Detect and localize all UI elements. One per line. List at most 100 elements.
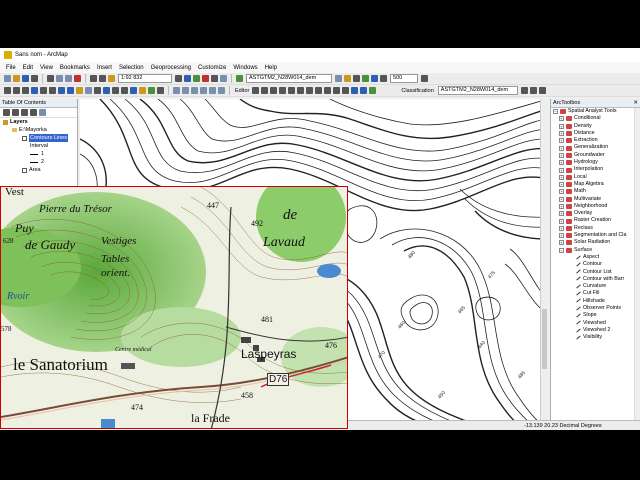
hyperlink-icon[interactable] <box>130 87 137 94</box>
html-popup-icon[interactable] <box>139 87 146 94</box>
clear-selection-icon[interactable] <box>85 87 92 94</box>
modelbuilder-icon[interactable] <box>220 75 227 82</box>
expand-icon[interactable]: + <box>559 211 564 217</box>
straight-segment-icon[interactable] <box>270 87 278 94</box>
edit-tool-icon[interactable] <box>252 87 260 94</box>
add-data-icon[interactable] <box>108 75 115 82</box>
toolset-extraction[interactable]: + Extraction <box>551 137 640 144</box>
tool-visibility[interactable]: Visibility <box>551 334 640 341</box>
expand-icon[interactable]: + <box>559 138 564 144</box>
reshape-icon[interactable] <box>315 87 323 94</box>
toolbox-icon[interactable] <box>202 75 209 82</box>
contours-checkbox[interactable] <box>22 135 27 141</box>
toolset-conditional[interactable]: + Conditional <box>551 115 640 122</box>
print-icon[interactable] <box>31 75 38 82</box>
sketch-properties-icon[interactable] <box>360 87 368 94</box>
fixed-zoom-in-icon[interactable] <box>40 87 47 94</box>
layer-combo[interactable]: ASTGTM2_N28W014_dem <box>246 74 332 83</box>
catalog-icon[interactable] <box>193 75 200 82</box>
delete-icon[interactable] <box>74 75 81 82</box>
tool-contour-list[interactable]: Contour List <box>551 269 640 276</box>
toc-layers-row[interactable]: Layers <box>0 118 77 126</box>
end-point-arc-icon[interactable] <box>279 87 287 94</box>
create-features-icon[interactable] <box>369 87 377 94</box>
menu-insert[interactable]: Insert <box>97 65 112 71</box>
map-vertical-scrollbar[interactable] <box>540 99 548 430</box>
attributes-icon[interactable] <box>351 87 359 94</box>
cut-icon[interactable] <box>47 75 54 82</box>
toolset-density[interactable]: + Density <box>551 123 640 130</box>
tool-viewshed[interactable]: Viewshed <box>551 320 640 327</box>
expand-icon[interactable]: + <box>559 233 564 239</box>
fixed-zoom-out-icon[interactable] <box>49 87 56 94</box>
expand-icon[interactable]: + <box>559 167 564 173</box>
expand-icon[interactable]: + <box>559 218 564 224</box>
expand-icon[interactable]: + <box>559 182 564 188</box>
time-slider-icon[interactable] <box>148 87 155 94</box>
tool-icon-c[interactable] <box>538 87 546 94</box>
menu-edit[interactable]: Edit <box>23 65 33 71</box>
select-features-icon[interactable] <box>76 87 83 94</box>
create-viewer-icon[interactable] <box>157 87 164 94</box>
measure-icon[interactable] <box>380 75 387 82</box>
full-extent-icon[interactable] <box>31 87 38 94</box>
expand-icon[interactable]: + <box>559 145 564 151</box>
forward-icon[interactable] <box>67 87 74 94</box>
collapse-icon[interactable]: − <box>553 109 558 115</box>
paste-icon[interactable] <box>65 75 72 82</box>
toolset-solar-radiation[interactable]: + Solar Radiation <box>551 239 640 246</box>
tool-contour-with-barr[interactable]: Contour with Barr <box>551 276 640 283</box>
close-icon[interactable]: ✕ <box>633 99 638 107</box>
menu-help[interactable]: Help <box>265 65 277 71</box>
trace-icon[interactable] <box>288 87 296 94</box>
map-scroll-thumb[interactable] <box>542 309 547 369</box>
editor-menu[interactable]: Editor <box>235 88 249 94</box>
toolset-hydrology[interactable]: + Hydrology <box>551 159 640 166</box>
expand-icon[interactable]: + <box>559 123 564 129</box>
histogram-icon[interactable] <box>344 75 351 82</box>
edit-vertices-icon[interactable] <box>306 87 314 94</box>
expand-icon[interactable]: + <box>559 189 564 195</box>
expand-icon[interactable]: + <box>559 196 564 202</box>
measure-tool-icon[interactable] <box>121 87 128 94</box>
expand-icon[interactable]: + <box>559 160 564 166</box>
toolset-generalization[interactable]: + Generalization <box>551 144 640 151</box>
layer-tool-icon[interactable] <box>335 75 342 82</box>
find-icon[interactable] <box>112 87 119 94</box>
new-icon[interactable] <box>4 75 11 82</box>
tool-slope[interactable]: Slope <box>551 312 640 319</box>
zoom-in-icon[interactable] <box>4 87 11 94</box>
toc-folder-row[interactable]: E:\Mayorka <box>0 126 77 134</box>
toolset-reclass[interactable]: + Reclass <box>551 225 640 232</box>
menu-selection[interactable]: Selection <box>119 65 144 71</box>
layer-combo-2[interactable]: ASTGTM2_N28W014_dem <box>437 86 518 95</box>
undo-icon[interactable] <box>90 75 97 82</box>
tool-hillshade[interactable]: Hillshade <box>551 298 640 305</box>
expand-icon[interactable]: + <box>559 240 564 246</box>
tool-contour[interactable]: Contour <box>551 261 640 268</box>
interpolate-icon[interactable] <box>421 75 428 82</box>
layout-icon-3[interactable] <box>191 87 198 94</box>
expand-icon[interactable]: + <box>559 116 564 122</box>
toolset-map-algebra[interactable]: + Map Algebra <box>551 181 640 188</box>
list-by-visibility-icon[interactable] <box>21 109 28 116</box>
menu-view[interactable]: View <box>40 65 53 71</box>
tool-cut-fill[interactable]: Cut Fill <box>551 290 640 297</box>
select-elements-icon[interactable] <box>94 87 101 94</box>
edit-annotation-icon[interactable] <box>261 87 269 94</box>
split-icon[interactable] <box>333 87 341 94</box>
tool-aspect[interactable]: Aspect <box>551 254 640 261</box>
layout-icon-4[interactable] <box>200 87 207 94</box>
editor-toolbar-icon[interactable] <box>175 75 182 82</box>
rotate-icon[interactable] <box>342 87 350 94</box>
toolset-raster-creation[interactable]: + Raster Creation <box>551 217 640 224</box>
tool-viewshed-2[interactable]: Viewshed 2 <box>551 327 640 334</box>
zoom-out-icon[interactable] <box>13 87 20 94</box>
toolbox-root[interactable]: − Spatial Analyst Tools <box>551 108 640 115</box>
scale-combo[interactable]: 1:92 832 <box>118 74 172 83</box>
layout-icon-6[interactable] <box>218 87 225 94</box>
tool-icon-b[interactable] <box>529 87 537 94</box>
expand-icon[interactable]: − <box>559 247 564 253</box>
expand-icon[interactable]: + <box>559 131 564 137</box>
menu-geoprocessing[interactable]: Geoprocessing <box>151 65 191 71</box>
